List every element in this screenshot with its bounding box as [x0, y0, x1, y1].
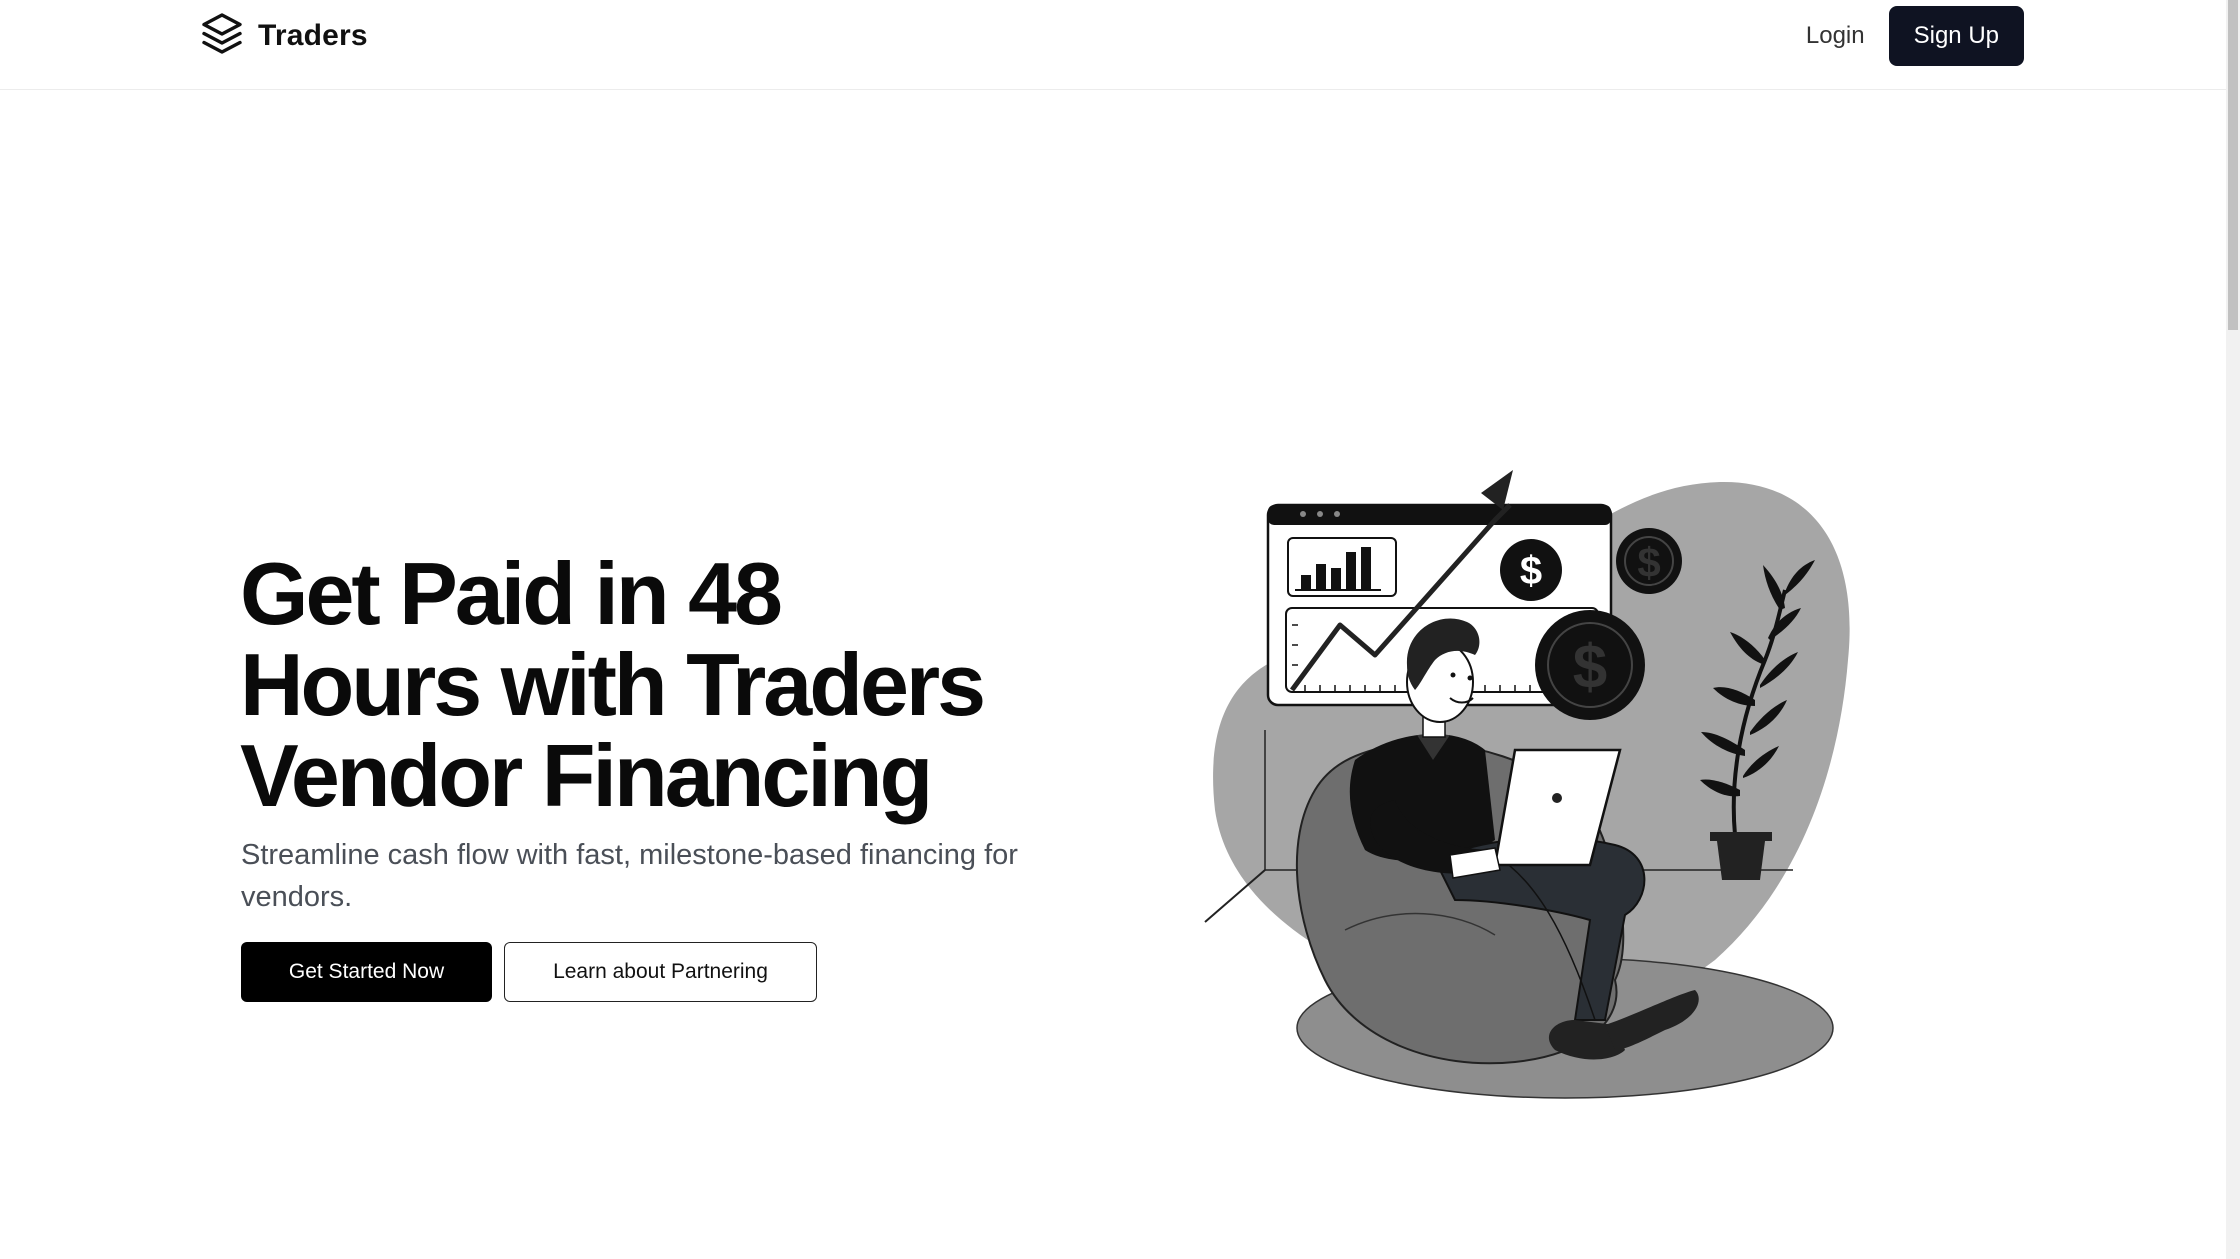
svg-text:$: $ [1520, 549, 1542, 593]
vertical-scrollbar[interactable] [2226, 0, 2240, 1259]
hero-cta-row: Get Started Now Learn about Partnering [241, 942, 817, 1002]
brand-name: Traders [258, 19, 368, 52]
layers-icon [198, 10, 246, 63]
hero-title: Get Paid in 48 Hours with Traders Vendor… [240, 544, 986, 825]
dollar-coin-right: $ [1616, 528, 1682, 594]
brand-logo-link[interactable]: Traders [198, 11, 368, 61]
site-header: Traders Login Sign Up [0, 0, 2226, 90]
header-nav: Login Sign Up [1806, 6, 2024, 66]
svg-text:$: $ [1637, 539, 1660, 586]
dollar-coin-small: $ [1500, 539, 1562, 601]
learn-partnering-button[interactable]: Learn about Partnering [504, 942, 817, 1002]
dollar-coin-large: $ [1535, 610, 1645, 720]
hero-illustration: $ $ $ [1195, 460, 1875, 1110]
get-started-button[interactable]: Get Started Now [241, 942, 492, 1002]
man-on-beanbag-illustration: $ $ $ [1204, 470, 1850, 1099]
login-link[interactable]: Login [1806, 22, 1865, 50]
hero-subtitle: Streamline cash flow with fast, mileston… [241, 839, 1018, 913]
landing-page: Traders Login Sign Up Get Paid in 48 Hou… [0, 0, 2240, 1259]
svg-text:$: $ [1573, 633, 1607, 702]
signup-button[interactable]: Sign Up [1888, 6, 2024, 66]
scrollbar-thumb[interactable] [2228, 0, 2238, 330]
